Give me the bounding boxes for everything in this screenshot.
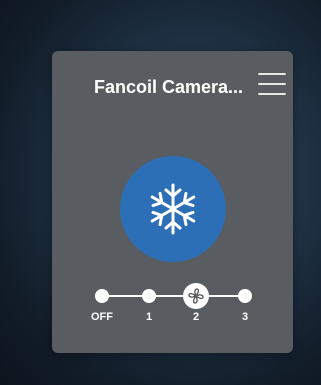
speed-label-1: 1: [145, 311, 153, 323]
snowflake-icon: [147, 183, 199, 235]
hamburger-icon[interactable]: [258, 71, 286, 97]
speed-label-3: 3: [241, 311, 249, 323]
speed-track: [102, 295, 245, 297]
speed-1-dot[interactable]: [142, 289, 156, 303]
speed-3-dot[interactable]: [238, 289, 252, 303]
speed-label-off: OFF: [91, 311, 113, 323]
speed-label-2: 2: [192, 311, 200, 323]
cooling-mode-button[interactable]: [120, 156, 226, 262]
fan-speed-selector: OFF 1 2 3: [52, 283, 293, 333]
speed-2-selected[interactable]: [183, 283, 209, 309]
fancoil-card: Fancoil Camera... OFF 1 2 3: [52, 51, 293, 353]
device-title: Fancoil Camera...: [94, 77, 244, 97]
fan-icon: [188, 288, 204, 304]
speed-off-dot[interactable]: [95, 289, 109, 303]
